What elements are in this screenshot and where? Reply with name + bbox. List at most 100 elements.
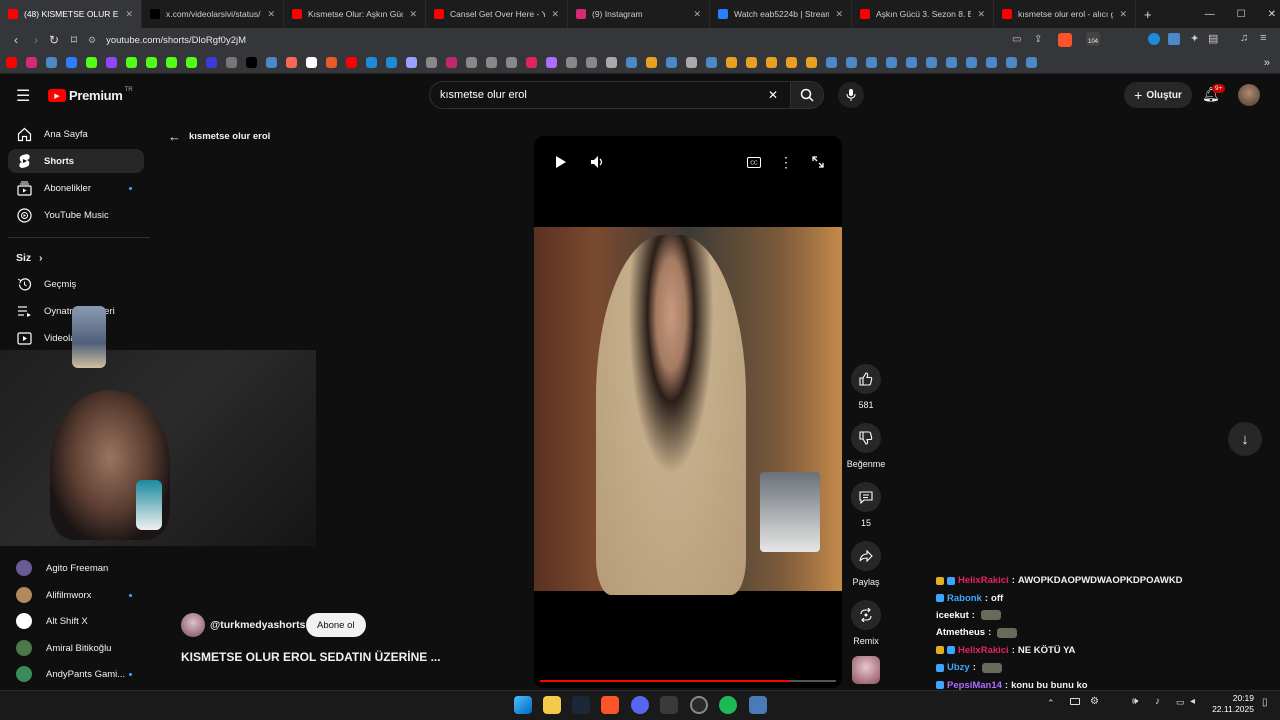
bookmark-icon[interactable] [766, 57, 777, 68]
bookmark-icon[interactable] [686, 57, 697, 68]
sidebar-item-geçmiş[interactable]: Geçmiş [8, 272, 144, 296]
bookmark-icon[interactable] [526, 57, 537, 68]
tab-close-icon[interactable]: ✕ [545, 9, 559, 20]
bookmark-icon[interactable] [646, 57, 657, 68]
sidebar-item-youtube-music[interactable]: YouTube Music [8, 203, 144, 227]
brave-browser-icon[interactable] [601, 696, 619, 714]
account-avatar[interactable] [1238, 84, 1260, 106]
extensions-puzzle-icon[interactable]: ✦ [1190, 32, 1199, 45]
voice-search-button[interactable] [838, 82, 864, 108]
dislike-button[interactable]: Beğenme [846, 423, 886, 469]
sidebar-item-shorts[interactable]: Shorts [8, 149, 144, 173]
bookmark-icon[interactable] [966, 57, 977, 68]
shorts-player[interactable]: CC ⋮ [534, 136, 842, 688]
search-input[interactable]: kısmetse olur erol ✕ [429, 81, 793, 109]
tray-chevron-icon[interactable]: ⌃ [1047, 698, 1055, 709]
bookmark-icon[interactable] [366, 57, 377, 68]
bookmark-icon[interactable] [186, 57, 197, 68]
sidebar-toggle-icon[interactable]: ▤ [1208, 32, 1218, 45]
bookmark-icon[interactable] [846, 57, 857, 68]
bookmark-icon[interactable] [586, 57, 597, 68]
tab-close-icon[interactable]: ✕ [971, 9, 985, 20]
bookmark-icon[interactable] [886, 57, 897, 68]
bookmark-icon[interactable] [86, 57, 97, 68]
fullscreen-button[interactable] [809, 153, 827, 171]
tab-close-icon[interactable]: ✕ [119, 9, 133, 20]
share-button[interactable]: Paylaş [846, 541, 886, 587]
subscription-item[interactable]: Alifilmworx [8, 583, 144, 607]
tab-close-icon[interactable]: ✕ [829, 9, 843, 20]
search-button[interactable] [790, 81, 824, 109]
tab-close-icon[interactable]: ✕ [687, 9, 701, 20]
bookmark-icon[interactable] [446, 57, 457, 68]
discord-icon[interactable] [631, 696, 649, 714]
create-button[interactable]: + Oluştur [1124, 82, 1192, 108]
extension-icon[interactable] [1168, 33, 1180, 45]
bookmark-icon[interactable] [1006, 57, 1017, 68]
bookmark-icon[interactable] [406, 57, 417, 68]
bookmark-icon[interactable] [726, 57, 737, 68]
browser-tab[interactable]: Watch eab5224b | Streamable✕ [710, 0, 852, 28]
bookmark-icon[interactable] [106, 57, 117, 68]
sound-source-thumbnail[interactable] [852, 656, 880, 684]
battery-icon[interactable] [1070, 698, 1080, 705]
bookmarks-overflow-icon[interactable]: » [1264, 57, 1270, 69]
obs-icon[interactable] [690, 696, 708, 714]
like-button[interactable]: 581 [846, 364, 886, 410]
bookmark-icon[interactable] [206, 57, 217, 68]
app-icon[interactable] [660, 696, 678, 714]
reload-icon[interactable]: ↻ [44, 33, 64, 47]
bookmark-icon[interactable] [26, 57, 37, 68]
subscription-item[interactable]: AndyPants Gami... [8, 662, 144, 686]
bookmark-icon[interactable] [626, 57, 637, 68]
bookmark-icon[interactable] [806, 57, 817, 68]
bookmark-icon[interactable] [286, 57, 297, 68]
bookmark-icon[interactable] [146, 57, 157, 68]
browser-tab[interactable]: kısmetse olur erol - alıcı gözüy✕ [994, 0, 1136, 28]
youtube-logo[interactable]: ▶ Premium TR [48, 87, 133, 103]
bookmark-icon[interactable] [226, 57, 237, 68]
screen-cast-icon[interactable]: ▭ [1012, 34, 1021, 45]
bookmark-icon[interactable] [566, 57, 577, 68]
bookmark-icon[interactable] [246, 57, 257, 68]
browser-tab[interactable]: (9) Instagram ✕ [568, 0, 710, 28]
windows-start-icon[interactable] [514, 696, 532, 714]
subscription-item[interactable]: Agito Freeman [8, 556, 144, 580]
brave-shield-icon[interactable] [1058, 33, 1072, 47]
browser-tab[interactable]: x.com/videolarsivi/status/1991✕ [142, 0, 284, 28]
sidebar-item-ana-sayfa[interactable]: Ana Sayfa [8, 122, 144, 146]
address-bar[interactable]: ⚙ youtube.com/shorts/DloRgf0y2jM [88, 30, 1088, 50]
progress-bar[interactable] [540, 680, 836, 682]
new-tab-button[interactable]: + [1144, 7, 1152, 22]
bookmark-icon[interactable] [166, 57, 177, 68]
bookmark-icon[interactable] [346, 57, 357, 68]
speaker-icon[interactable]: 🕪︎ [1132, 696, 1138, 707]
browser-tab[interactable]: Kısmetse Olur: Aşkın Gücü 1. B✕ [284, 0, 426, 28]
back-icon[interactable]: ‹ [6, 33, 26, 47]
menu-icon[interactable]: ≡ [1260, 32, 1266, 44]
browser-tab[interactable]: (48) KISMETSE OLUR EROL✕ [0, 0, 142, 28]
short-title[interactable]: KISMETSE OLUR EROL SEDATIN ÜZERİNE ... [181, 650, 441, 664]
taskbar-clock[interactable]: 20:19 22.11.2025 [1206, 693, 1254, 715]
maximize-button[interactable]: ☐ [1237, 9, 1246, 20]
bookmark-icon[interactable] [46, 57, 57, 68]
subscription-item[interactable]: Amiral Bitikoğlu [8, 636, 144, 660]
bookmark-icon[interactable] [126, 57, 137, 68]
volume-tray-icon[interactable]: ◂ [1190, 696, 1195, 707]
bookmark-icon[interactable] [826, 57, 837, 68]
steam-icon[interactable] [572, 696, 590, 714]
browser-tab[interactable]: Aşkın Gücü 3. Sezon 8. Bölüm✕ [852, 0, 994, 28]
tab-close-icon[interactable]: ✕ [261, 9, 275, 20]
bookmark-icon[interactable] [606, 57, 617, 68]
bookmark-icon[interactable] [386, 57, 397, 68]
more-options-icon[interactable]: ⋮ [777, 153, 795, 171]
file-explorer-icon[interactable] [543, 696, 561, 714]
sidebar-item-abonelikler[interactable]: Abonelikler [8, 176, 144, 200]
bookmark-icon[interactable] [266, 57, 277, 68]
bookmark-icon[interactable] [306, 57, 317, 68]
bookmark-icon[interactable] [926, 57, 937, 68]
bookmark-icon[interactable] [986, 57, 997, 68]
extension-counter-badge[interactable]: 104 [1086, 32, 1100, 46]
bookmark-icon[interactable] [666, 57, 677, 68]
bookmark-icon[interactable] [746, 57, 757, 68]
